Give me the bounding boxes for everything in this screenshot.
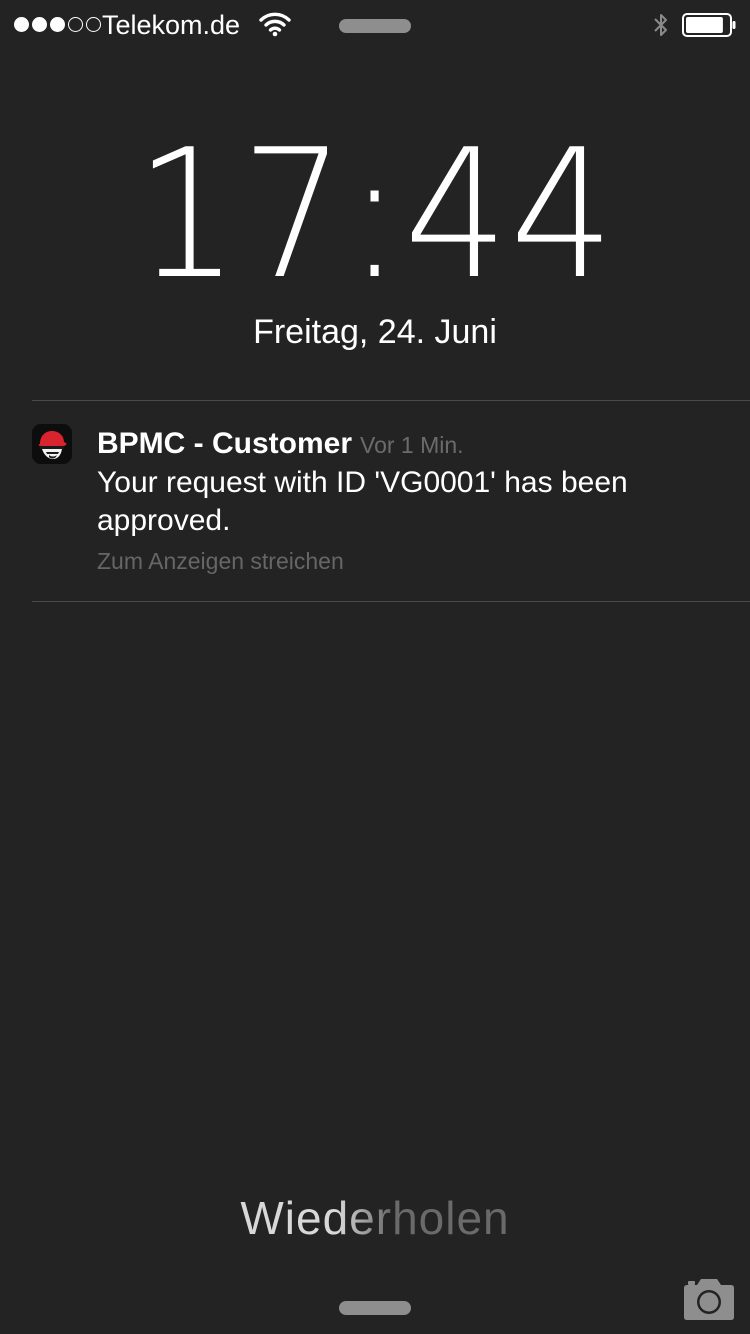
control-center-grabber[interactable] (339, 1301, 411, 1315)
notification-message: Your request with ID 'VG0001' has been a… (97, 466, 628, 537)
retry-prompt[interactable]: Wiederholen (0, 1190, 750, 1246)
notification-time: Vor 1 Min. (360, 432, 464, 458)
red-hat-icon (32, 424, 72, 464)
notification-swipe-hint: Zum Anzeigen streichen (97, 548, 344, 574)
signal-dot (68, 16, 83, 32)
lock-screen-date: Freitag, 24. Juni (253, 313, 497, 351)
signal-dot (86, 16, 101, 32)
camera-icon[interactable] (680, 1276, 738, 1322)
notification-header: BPMC - Customer Vor 1 Min. (97, 426, 464, 463)
signal-dot (50, 16, 65, 32)
lock-screen-clock: 17:44 (0, 120, 750, 310)
wifi-icon (259, 12, 291, 37)
bluetooth-icon (654, 14, 667, 36)
clock-time: 17:44 (134, 111, 616, 318)
status-bar: Telekom.de (0, 0, 750, 50)
signal-dot (32, 16, 47, 32)
signal-dot (14, 16, 29, 32)
notification-center-grabber[interactable] (339, 19, 411, 33)
notification-bottom-divider (32, 601, 750, 602)
notification-top-divider (32, 400, 750, 401)
carrier-name: Telekom.de (102, 10, 241, 40)
notification-app-name: BPMC - Customer (97, 427, 353, 460)
battery-icon (682, 13, 736, 37)
signal-strength-indicator (14, 14, 101, 34)
